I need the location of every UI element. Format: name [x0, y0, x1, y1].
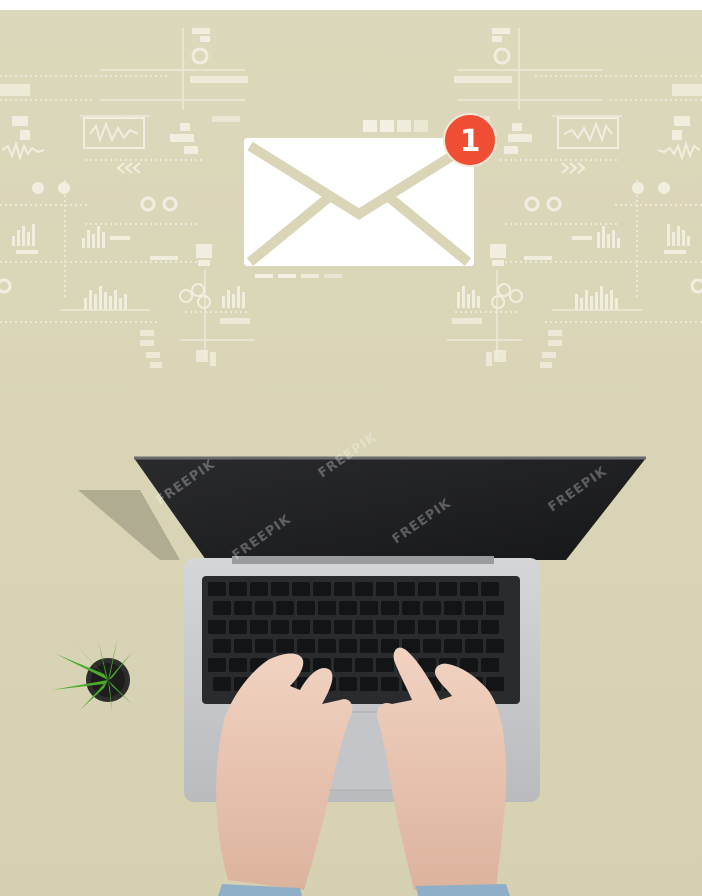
keyboard-key	[376, 620, 394, 634]
keyboard-key	[355, 620, 373, 634]
keyboard-key	[355, 658, 373, 672]
keyboard-key	[481, 620, 499, 634]
keyboard-key	[213, 601, 231, 615]
keyboard-key	[481, 658, 499, 672]
keyboard-key	[360, 677, 378, 691]
keyboard-key	[250, 620, 268, 634]
keyboard-key	[229, 620, 247, 634]
photo-stage: 1 FREEPIK FREEPIK FREEPIK FREEPIK FREEPI…	[0, 0, 702, 896]
keyboard-key	[486, 639, 504, 653]
keyboard-key	[276, 601, 294, 615]
keyboard-key	[376, 582, 394, 596]
keyboard-key	[418, 582, 436, 596]
keyboard-key	[381, 601, 399, 615]
keyboard-key	[297, 601, 315, 615]
keyboard-key	[255, 601, 273, 615]
keyboard-key	[334, 620, 352, 634]
keyboard-key	[460, 582, 478, 596]
keyboard-key	[318, 601, 336, 615]
keyboard-key	[234, 639, 252, 653]
keyboard-key	[381, 677, 399, 691]
keyboard-key	[339, 677, 357, 691]
keyboard-key	[313, 620, 331, 634]
keyboard-key	[255, 639, 273, 653]
keyboard-key	[423, 639, 441, 653]
keyboard-key	[250, 582, 268, 596]
keyboard-key	[292, 582, 310, 596]
keyboard-key	[460, 620, 478, 634]
keyboard-key	[339, 601, 357, 615]
keyboard-key	[444, 639, 462, 653]
top-strip	[0, 0, 702, 10]
mail-envelope-icon	[244, 120, 474, 278]
keyboard-key	[297, 639, 315, 653]
keyboard-key	[486, 677, 504, 691]
keyboard-key	[402, 601, 420, 615]
keyboard-key	[481, 582, 499, 596]
keyboard-key	[376, 658, 394, 672]
keyboard-key	[292, 620, 310, 634]
keyboard-key	[208, 582, 226, 596]
keyboard-key	[465, 639, 483, 653]
keyboard-key	[444, 601, 462, 615]
keyboard-key	[271, 620, 289, 634]
keyboard-key	[213, 639, 231, 653]
keyboard-key	[418, 620, 436, 634]
keyboard-key	[465, 601, 483, 615]
keyboard-key	[423, 601, 441, 615]
keyboard-key	[271, 582, 289, 596]
keyboard-key	[360, 639, 378, 653]
keyboard-key	[339, 639, 357, 653]
keyboard-key	[276, 639, 294, 653]
notification-badge-icon: 1	[443, 113, 497, 167]
keyboard-key	[313, 582, 331, 596]
keyboard-key	[208, 658, 226, 672]
keyboard-key	[334, 658, 352, 672]
notification-count: 1	[460, 124, 481, 159]
keyboard-key	[229, 582, 247, 596]
keyboard-key	[397, 620, 415, 634]
keyboard-key	[334, 582, 352, 596]
keyboard-key	[355, 582, 373, 596]
email-laptop-photo: 1 FREEPIK FREEPIK FREEPIK FREEPIK FREEPI…	[0, 0, 702, 896]
keyboard-key	[234, 601, 252, 615]
keyboard-key	[439, 582, 457, 596]
keyboard-key	[213, 677, 231, 691]
keyboard-key	[360, 601, 378, 615]
keyboard-key	[318, 639, 336, 653]
keyboard-key	[439, 620, 457, 634]
keyboard-key	[229, 658, 247, 672]
keyboard-key	[208, 620, 226, 634]
keyboard-key	[397, 582, 415, 596]
keyboard-key	[486, 601, 504, 615]
